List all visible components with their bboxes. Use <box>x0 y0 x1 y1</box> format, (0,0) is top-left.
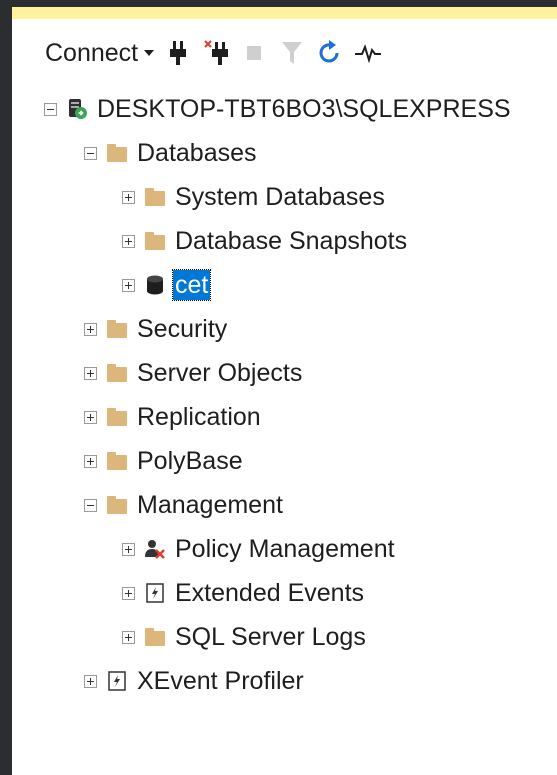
tree-node-extended-events[interactable]: Extended Events <box>122 575 366 611</box>
expand-toggle[interactable] <box>84 674 97 688</box>
security-label: Security <box>137 315 228 343</box>
panel-title-accent <box>12 7 557 19</box>
tree-node-server-objects[interactable]: Server Objects <box>84 355 304 391</box>
disconnect-plug-icon[interactable] <box>202 37 230 69</box>
folder-icon <box>143 230 167 252</box>
policy-management-label: Policy Management <box>175 535 395 563</box>
tree-node-server[interactable]: DESKTOP-TBT6BO3\SQLEXPRESS <box>44 91 513 127</box>
system-databases-label: System Databases <box>175 183 385 211</box>
expand-toggle[interactable] <box>122 542 135 556</box>
policy-icon <box>143 538 167 560</box>
expand-toggle[interactable] <box>122 586 135 600</box>
tree-node-sql-server-logs[interactable]: SQL Server Logs <box>122 619 368 655</box>
server-objects-label: Server Objects <box>137 359 303 387</box>
extended-events-icon <box>143 582 167 604</box>
tree-node-management[interactable]: Management <box>84 487 285 523</box>
chevron-down-icon <box>144 50 155 56</box>
tree-node-databases[interactable]: Databases <box>84 135 259 171</box>
polybase-label: PolyBase <box>137 447 243 475</box>
object-explorer-toolbar: Connect <box>12 33 557 73</box>
tree-node-security[interactable]: Security <box>84 311 229 347</box>
database-snapshots-label: Database Snapshots <box>175 227 408 255</box>
folder-icon <box>105 142 129 164</box>
folder-icon <box>105 450 129 472</box>
tree-node-polybase[interactable]: PolyBase <box>84 443 245 479</box>
expand-toggle[interactable] <box>84 410 97 424</box>
tree-node-system-databases[interactable]: System Databases <box>122 179 387 215</box>
collapse-toggle[interactable] <box>84 146 97 160</box>
extended-events-label: Extended Events <box>175 579 365 607</box>
expand-toggle[interactable] <box>84 366 97 380</box>
folder-icon <box>105 406 129 428</box>
server-icon <box>65 98 89 120</box>
databases-label: Databases <box>137 139 257 167</box>
tree-node-policy-management[interactable]: Policy Management <box>122 531 397 567</box>
expand-toggle[interactable] <box>122 630 135 644</box>
folder-icon <box>105 318 129 340</box>
management-label: Management <box>137 491 283 519</box>
server-label: DESKTOP-TBT6BO3\SQLEXPRESS <box>97 95 511 123</box>
sql-server-logs-label: SQL Server Logs <box>175 623 366 651</box>
expand-toggle[interactable] <box>122 278 135 292</box>
expand-toggle[interactable] <box>84 454 97 468</box>
window-edge <box>0 0 12 775</box>
folder-icon <box>105 362 129 384</box>
object-explorer-panel: Connect DESKTOP-TBT6BO3\SQLEXPRESS Datab… <box>12 19 557 775</box>
replication-label: Replication <box>137 403 261 431</box>
window-top-edge <box>12 0 557 7</box>
refresh-icon[interactable] <box>316 37 344 69</box>
collapse-toggle[interactable] <box>44 102 57 116</box>
connect-dropdown[interactable]: Connect <box>45 38 155 68</box>
folder-icon <box>143 186 167 208</box>
tree-node-cet[interactable]: cet <box>122 267 212 303</box>
xevent-profiler-icon <box>105 670 129 692</box>
connect-plug-icon[interactable] <box>164 37 192 69</box>
expand-toggle[interactable] <box>122 190 135 204</box>
tree-node-xevent-profiler[interactable]: XEvent Profiler <box>84 663 306 699</box>
stop-icon[interactable] <box>240 37 268 69</box>
filter-icon[interactable] <box>278 37 306 69</box>
activity-monitor-icon[interactable] <box>354 37 382 69</box>
expand-toggle[interactable] <box>122 234 135 248</box>
collapse-toggle[interactable] <box>84 498 97 512</box>
database-icon <box>143 274 167 296</box>
folder-icon <box>143 626 167 648</box>
expand-toggle[interactable] <box>84 322 97 336</box>
xevent-profiler-label: XEvent Profiler <box>137 667 304 695</box>
connect-label: Connect <box>45 38 139 67</box>
tree-node-database-snapshots[interactable]: Database Snapshots <box>122 223 409 259</box>
tree-node-replication[interactable]: Replication <box>84 399 263 435</box>
cet-label: cet <box>171 269 212 301</box>
folder-icon <box>105 494 129 516</box>
